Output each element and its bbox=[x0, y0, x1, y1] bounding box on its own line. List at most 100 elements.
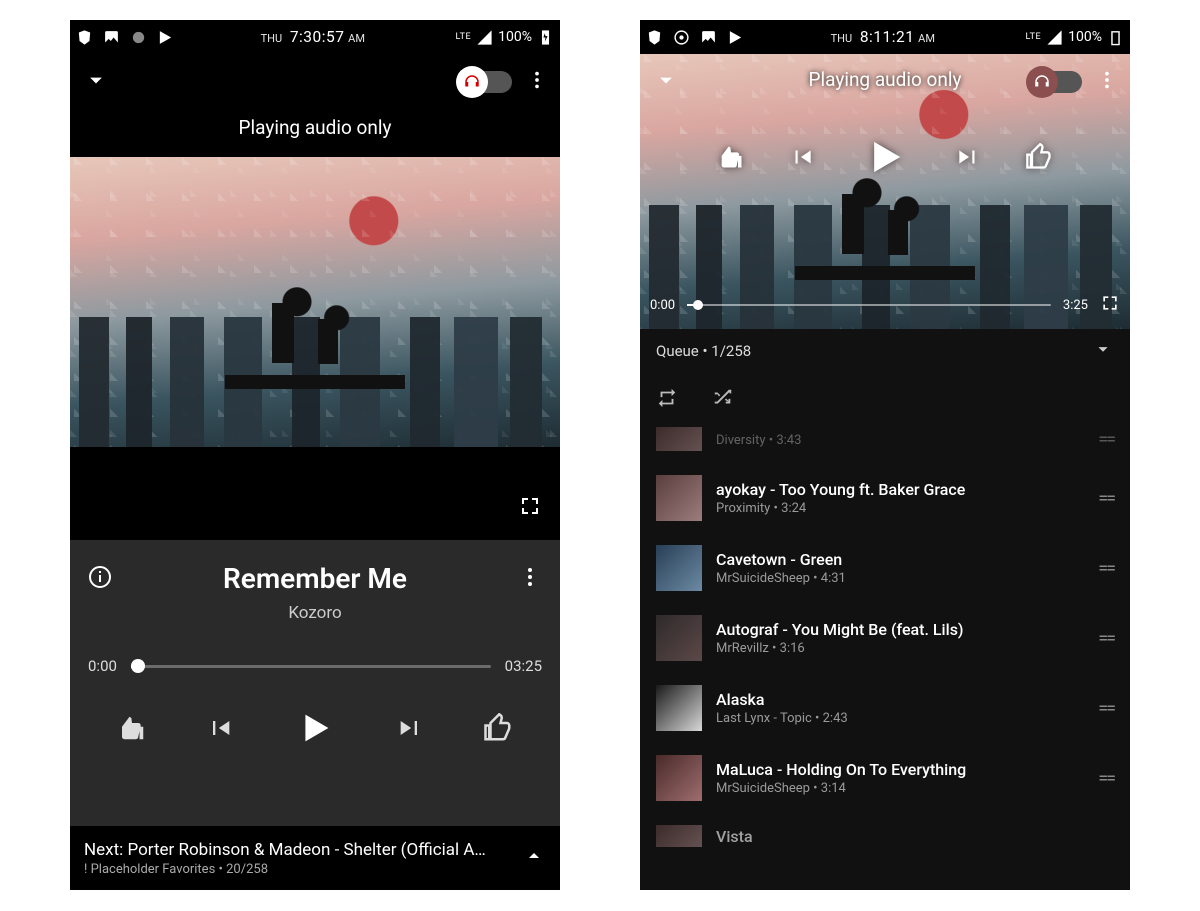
status-bar: THU 7:30:57 AM LTE 100% bbox=[70, 20, 560, 54]
queue-thumb bbox=[656, 825, 702, 847]
status-ampm: AM bbox=[918, 32, 935, 45]
collapse-button[interactable] bbox=[652, 66, 680, 98]
headphones-icon bbox=[463, 73, 481, 91]
queue-item[interactable]: Alaska Last Lynx - Topic • 2:43 == bbox=[642, 673, 1128, 743]
play-button[interactable] bbox=[859, 131, 911, 187]
queue-item-sub: MrSuicideSheep • 3:14 bbox=[716, 781, 1084, 796]
battery-charging-icon bbox=[537, 29, 554, 46]
headphones-icon bbox=[1033, 73, 1051, 91]
play-button[interactable] bbox=[292, 705, 338, 755]
fullscreen-button[interactable] bbox=[518, 494, 542, 522]
video-letterbox bbox=[70, 447, 560, 540]
fullscreen-button[interactable] bbox=[1100, 293, 1120, 317]
brave-icon bbox=[76, 29, 93, 46]
status-time: 8:11:21 bbox=[860, 28, 915, 46]
audio-only-toggle[interactable] bbox=[460, 71, 512, 93]
collapse-queue-icon[interactable] bbox=[1092, 338, 1114, 364]
previous-button[interactable] bbox=[206, 714, 234, 746]
album-artwork bbox=[70, 157, 560, 447]
queue-thumb bbox=[656, 755, 702, 801]
queue-label: Queue • 1/258 bbox=[656, 342, 751, 360]
battery-pct: 100% bbox=[498, 29, 532, 45]
next-button[interactable] bbox=[955, 144, 981, 174]
seek-bar[interactable]: 0:00 3:25 bbox=[650, 293, 1120, 317]
queue-item-sub: Last Lynx - Topic • 2:43 bbox=[716, 711, 1084, 726]
queue-item-sub: Proximity • 3:24 bbox=[716, 501, 1084, 516]
phone-screenshot-right: THU 8:11:21 AM LTE 100% Playing audio on… bbox=[640, 20, 1130, 890]
repeat-button[interactable] bbox=[656, 387, 678, 413]
dislike-button[interactable] bbox=[117, 713, 147, 747]
song-more-button[interactable] bbox=[518, 565, 542, 593]
up-next-title: Next: Porter Robinson & Madeon - Shelter… bbox=[84, 840, 486, 860]
network-label: LTE bbox=[1026, 32, 1042, 42]
image-icon bbox=[700, 29, 717, 46]
queue-item[interactable]: Cavetown - Green MrSuicideSheep • 4:31 =… bbox=[642, 533, 1128, 603]
phone-screenshot-left: THU 7:30:57 AM LTE 100% Playing audio on… bbox=[70, 20, 560, 890]
status-time: 7:30:57 bbox=[290, 28, 345, 46]
queue-item-title: MaLuca - Holding On To Everything bbox=[716, 760, 1084, 779]
queue-list[interactable]: Diversity • 3:43 == ayokay - Too Young f… bbox=[640, 427, 1130, 890]
time-current: 0:00 bbox=[88, 657, 117, 675]
signal-icon bbox=[476, 29, 493, 46]
drag-handle-icon[interactable]: == bbox=[1098, 698, 1114, 719]
image-icon bbox=[103, 29, 120, 46]
queue-thumb bbox=[656, 545, 702, 591]
queue-item[interactable]: Autograf - You Might Be (feat. Lils) MrR… bbox=[642, 603, 1128, 673]
status-day: THU bbox=[261, 32, 283, 45]
queue-item-title: Alaska bbox=[716, 690, 1084, 709]
status-day: THU bbox=[831, 32, 853, 45]
signal-icon bbox=[1046, 29, 1063, 46]
previous-button[interactable] bbox=[789, 144, 815, 174]
queue-item-sub: Diversity • 3:43 bbox=[716, 433, 1084, 448]
queue-item[interactable]: ayokay - Too Young ft. Baker Grace Proxi… bbox=[642, 463, 1128, 533]
queue-thumb bbox=[656, 475, 702, 521]
queue-item[interactable]: Diversity • 3:43 == bbox=[642, 427, 1128, 463]
brave-icon bbox=[646, 29, 663, 46]
more-menu-button[interactable] bbox=[526, 69, 548, 95]
queue-thumb bbox=[656, 427, 702, 451]
queue-item-sub: MrSuicideSheep • 4:31 bbox=[716, 571, 1084, 586]
next-button[interactable] bbox=[396, 714, 424, 746]
artist-name: Kozoro bbox=[88, 603, 542, 623]
status-ampm: AM bbox=[348, 32, 365, 45]
queue-thumb bbox=[656, 685, 702, 731]
song-title: Remember Me bbox=[112, 562, 518, 595]
more-menu-button[interactable] bbox=[1096, 69, 1118, 95]
info-button[interactable] bbox=[88, 565, 112, 593]
like-button[interactable] bbox=[1025, 143, 1053, 175]
queue-item-title: Vista bbox=[716, 827, 1114, 846]
drag-handle-icon[interactable]: == bbox=[1098, 768, 1114, 789]
expand-up-icon[interactable] bbox=[522, 844, 546, 872]
time-current: 0:00 bbox=[650, 298, 675, 313]
up-next-bar[interactable]: Next: Porter Robinson & Madeon - Shelter… bbox=[70, 826, 560, 890]
audio-only-label: Playing audio only bbox=[70, 110, 560, 157]
play-store-icon bbox=[157, 29, 174, 46]
drag-handle-icon[interactable]: == bbox=[1098, 488, 1114, 509]
collapse-button[interactable] bbox=[82, 66, 110, 98]
queue-item-title: Cavetown - Green bbox=[716, 550, 1084, 569]
shuffle-button[interactable] bbox=[712, 387, 734, 413]
circle-icon bbox=[130, 29, 147, 46]
drag-handle-icon[interactable]: == bbox=[1098, 558, 1114, 579]
seek-bar[interactable]: 0:00 03:25 bbox=[88, 657, 542, 675]
network-label: LTE bbox=[456, 32, 472, 42]
like-button[interactable] bbox=[483, 713, 513, 747]
drag-handle-icon[interactable]: == bbox=[1098, 429, 1114, 450]
up-next-sub: ! Placeholder Favorites • 20/258 bbox=[84, 862, 486, 877]
queue-item[interactable]: MaLuca - Holding On To Everything MrSuic… bbox=[642, 743, 1128, 813]
queue-header[interactable]: Queue • 1/258 bbox=[640, 329, 1130, 373]
battery-pct: 100% bbox=[1068, 29, 1102, 45]
dislike-button[interactable] bbox=[717, 143, 745, 175]
battery-icon bbox=[1107, 29, 1124, 46]
audio-only-toggle[interactable] bbox=[1030, 71, 1082, 93]
status-bar: THU 8:11:21 AM LTE 100% bbox=[640, 20, 1130, 54]
now-playing-panel: Remember Me Kozoro 0:00 03:25 bbox=[70, 540, 560, 826]
target-icon bbox=[673, 29, 690, 46]
drag-handle-icon[interactable]: == bbox=[1098, 628, 1114, 649]
play-store-icon bbox=[727, 29, 744, 46]
queue-item[interactable]: Vista bbox=[642, 813, 1128, 859]
queue-item-sub: MrRevillz • 3:16 bbox=[716, 641, 1084, 656]
time-duration: 03:25 bbox=[505, 657, 542, 675]
time-duration: 3:25 bbox=[1063, 298, 1088, 313]
queue-item-title: ayokay - Too Young ft. Baker Grace bbox=[716, 480, 1084, 499]
